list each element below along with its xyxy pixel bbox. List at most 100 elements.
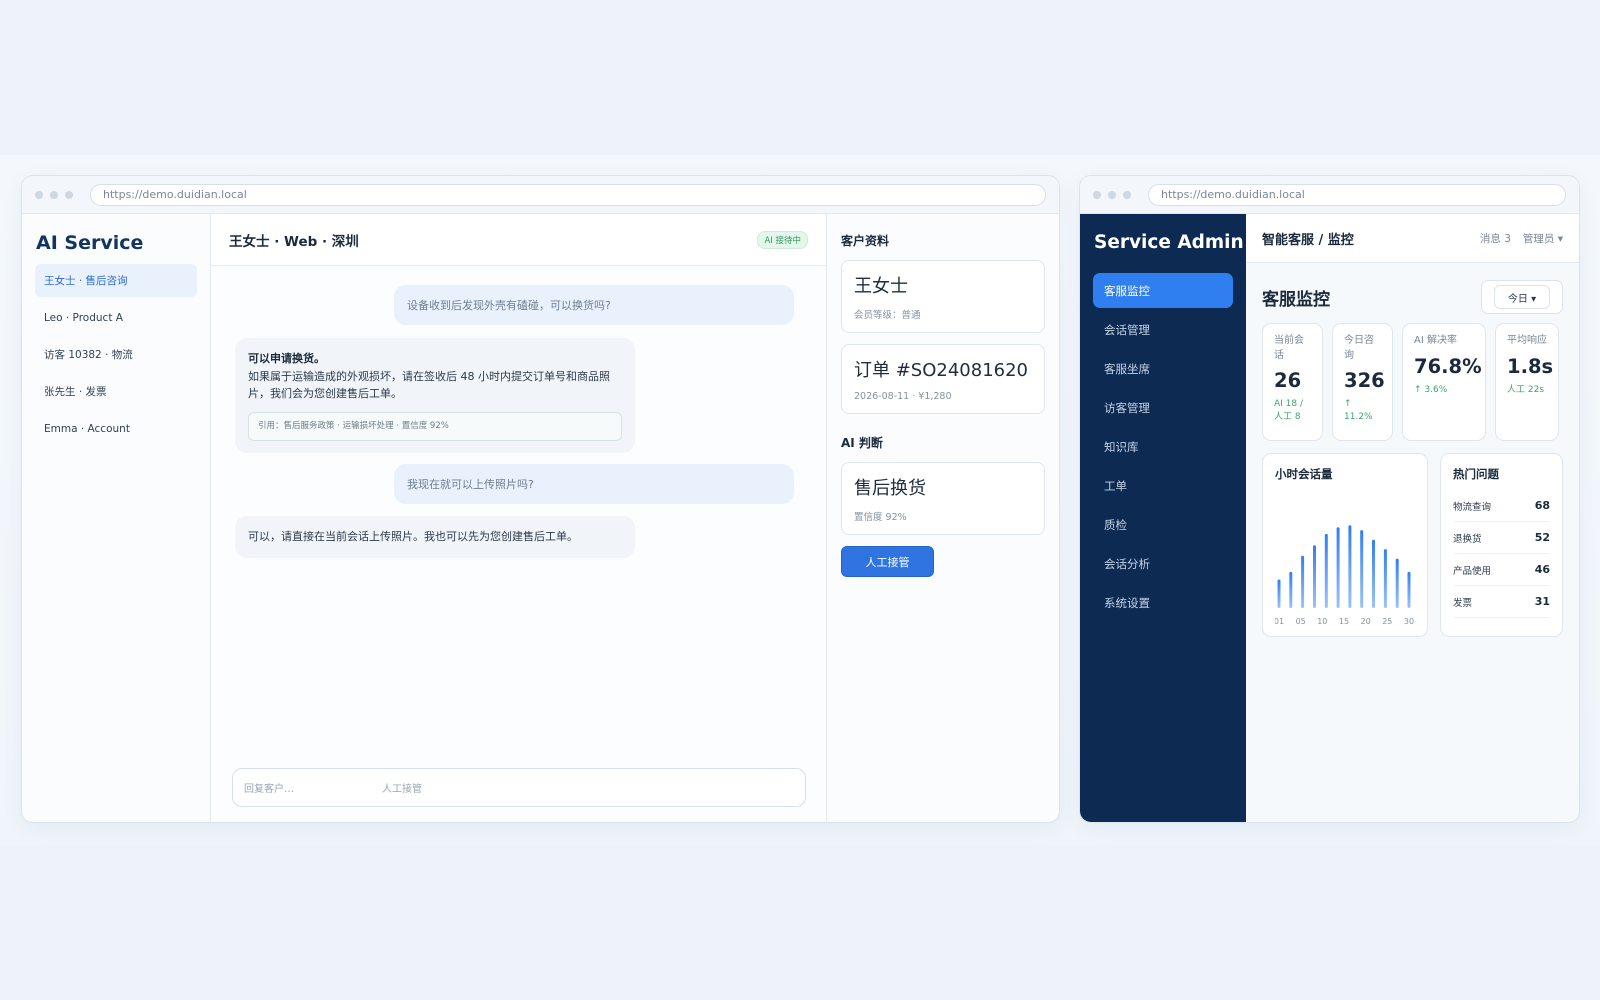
conversation-item[interactable]: 访客 10382 · 物流 xyxy=(35,338,197,371)
kpi-delta: 人工 22s xyxy=(1507,384,1545,395)
takeover-link[interactable]: 人工接管 xyxy=(382,780,422,795)
hot-topics-title: 热门问题 xyxy=(1453,467,1499,481)
hot-topic-count: 31 xyxy=(1534,595,1550,608)
kpi-card: 当前会话 26 AI 18 / 人工 8 xyxy=(1262,323,1323,441)
nav-item-agents[interactable]: 客服坐席 xyxy=(1093,351,1233,386)
window-controls xyxy=(1093,190,1131,199)
chat-title: 王女士 · Web · 深圳 xyxy=(229,233,359,250)
page-title: 客服监控 xyxy=(1262,289,1330,310)
order-meta: 2026-08-11 · ¥1,280 xyxy=(854,391,952,402)
reply-placeholder[interactable]: 回复客户… xyxy=(244,780,382,795)
ai-message: 可以申请换货。 如果属于运输造成的外观损坏，请在签收后 48 小时内提交订单号和… xyxy=(235,338,635,454)
order-card[interactable]: 订单 #SO24081620 2026-08-11 · ¥1,280 xyxy=(841,344,1045,414)
hourly-chart-panel: 小时会话量 01 05 10 15 20 25 30 xyxy=(1262,453,1428,637)
panel-row: 小时会话量 01 05 10 15 20 25 30 热门问题 物流查询 xyxy=(1246,453,1579,637)
section-title: AI 判断 xyxy=(841,436,883,450)
chart-bar xyxy=(1383,549,1387,608)
kpi-delta: ↑ 11.2% xyxy=(1344,399,1373,423)
chart-bar xyxy=(1301,555,1305,609)
chart-tick-label: 01 xyxy=(1275,617,1284,626)
reply-input[interactable]: 回复客户… 人工接管 xyxy=(232,768,806,807)
window-dot-icon[interactable] xyxy=(1093,190,1101,199)
chart-bar xyxy=(1289,571,1293,608)
agent-console: AI Service 王女士 · 售后咨询 Leo · Product A 访客… xyxy=(22,214,1059,822)
customer-message: 设备收到后发现外壳有磕碰，可以换货吗? xyxy=(394,285,794,325)
hot-topic-name: 退换货 xyxy=(1453,533,1482,545)
kpi-card: 今日咨询 326 ↑ 11.2% xyxy=(1332,323,1393,441)
page-header: 客服监控 今日 ▾ xyxy=(1246,263,1579,315)
status-badge: AI 接待中 xyxy=(757,230,808,249)
ai-confidence: 置信度 92% xyxy=(854,512,907,523)
kpi-delta: ↑ 3.6% xyxy=(1414,384,1448,395)
browser-bar: https://demo.duidian.local xyxy=(1080,176,1579,214)
address-bar[interactable]: https://demo.duidian.local xyxy=(1148,183,1566,206)
date-range-box: 今日 ▾ xyxy=(1481,280,1563,314)
nav-item-visitors[interactable]: 访客管理 xyxy=(1093,390,1233,425)
chart-bar xyxy=(1313,545,1316,608)
conversation-item[interactable]: 张先生 · 发票 xyxy=(35,375,197,408)
ai-message-heading: 可以申请换货。 xyxy=(248,352,325,365)
hot-topic-name: 物流查询 xyxy=(1453,501,1492,513)
ai-judgement-card: 售后换货 置信度 92% xyxy=(841,462,1045,535)
admin-topbar: 智能客服 / 监控 消息 3 管理员 ▾ xyxy=(1246,214,1579,263)
customer-message: 我现在就可以上传照片吗? xyxy=(394,464,794,504)
chart-tick-label: 10 xyxy=(1317,617,1327,626)
chart-bar xyxy=(1324,533,1328,608)
date-range-select[interactable]: 今日 ▾ xyxy=(1494,285,1550,309)
kpi-value: 26 xyxy=(1274,369,1302,392)
conversation-item[interactable]: Leo · Product A xyxy=(35,301,197,334)
kpi-label: 今日咨询 xyxy=(1344,335,1374,361)
kpi-label: AI 解决率 xyxy=(1414,335,1457,346)
citation-box[interactable]: 引用：售后服务政策 · 运输损坏处理 · 置信度 92% xyxy=(248,411,622,442)
window-dot-icon[interactable] xyxy=(50,190,58,199)
nav-item-tickets[interactable]: 工单 xyxy=(1093,468,1233,503)
messages-link[interactable]: 消息 3 xyxy=(1480,231,1511,246)
ai-judgement: 售后换货 xyxy=(854,478,926,499)
hot-topic-row[interactable]: 发票 31 xyxy=(1453,586,1550,618)
chart-tick-label: 20 xyxy=(1361,617,1371,626)
conversation-item[interactable]: Emma · Account xyxy=(35,412,197,445)
kpi-value: 326 xyxy=(1344,369,1385,392)
ai-message: 可以，请直接在当前会话上传照片。我也可以先为您创建售后工单。 xyxy=(235,516,635,558)
window-dot-icon[interactable] xyxy=(35,190,43,199)
address-bar[interactable]: https://demo.duidian.local xyxy=(90,183,1046,206)
nav-item-knowledge[interactable]: 知识库 xyxy=(1093,429,1233,464)
topbar-actions: 消息 3 管理员 ▾ xyxy=(1480,231,1563,246)
app-brand: Service Admin xyxy=(1094,232,1244,253)
nav-item-analytics[interactable]: 会话分析 xyxy=(1093,546,1233,581)
conversation-item[interactable]: 王女士 · 售后咨询 xyxy=(35,264,197,297)
chart-bar xyxy=(1372,539,1375,608)
nav-item-settings[interactable]: 系统设置 xyxy=(1093,585,1233,620)
conversation-sidebar: AI Service 王女士 · 售后咨询 Leo · Product A 访客… xyxy=(22,214,211,822)
member-level: 会员等级：普通 xyxy=(854,310,921,321)
nav-item-qa[interactable]: 质检 xyxy=(1093,507,1233,542)
window-dot-icon[interactable] xyxy=(65,190,73,199)
chart-bar xyxy=(1348,525,1352,608)
admin-window: https://demo.duidian.local Service Admin… xyxy=(1079,175,1580,823)
nav-item-sessions[interactable]: 会话管理 xyxy=(1093,312,1233,347)
admin-menu[interactable]: 管理员 ▾ xyxy=(1523,231,1563,246)
nav-item-monitor[interactable]: 客服监控 xyxy=(1093,273,1233,308)
takeover-button[interactable]: 人工接管 xyxy=(841,546,934,577)
chat-panel: 王女士 · Web · 深圳 AI 接待中 设备收到后发现外壳有磕碰，可以换货吗… xyxy=(211,214,827,822)
hot-topic-count: 68 xyxy=(1534,499,1550,512)
window-dot-icon[interactable] xyxy=(1108,190,1116,199)
hot-topic-count: 52 xyxy=(1534,531,1550,544)
hot-topic-row[interactable]: 退换货 52 xyxy=(1453,522,1550,554)
chart-title: 小时会话量 xyxy=(1275,467,1333,481)
chart-tick-label: 25 xyxy=(1382,617,1392,626)
kpi-delta: AI 18 / 人工 8 xyxy=(1274,399,1304,423)
hot-topic-name: 产品使用 xyxy=(1453,565,1492,577)
admin-sidebar: Service Admin 客服监控 会话管理 客服坐席 访客管理 知识库 工单… xyxy=(1080,214,1246,822)
window-controls xyxy=(35,190,73,199)
chart-bar xyxy=(1360,530,1364,608)
kpi-value: 1.8s xyxy=(1507,354,1554,378)
window-dot-icon[interactable] xyxy=(1123,190,1131,199)
breadcrumb: 智能客服 / 监控 xyxy=(1262,232,1354,248)
admin-console: Service Admin 客服监控 会话管理 客服坐席 访客管理 知识库 工单… xyxy=(1080,214,1579,822)
hot-topic-row[interactable]: 产品使用 46 xyxy=(1453,554,1550,586)
order-title: 订单 #SO24081620 xyxy=(854,360,1029,381)
kpi-value: 76.8% xyxy=(1414,354,1482,378)
hot-topic-row[interactable]: 物流查询 68 xyxy=(1453,490,1550,522)
chart-bar xyxy=(1407,571,1411,608)
